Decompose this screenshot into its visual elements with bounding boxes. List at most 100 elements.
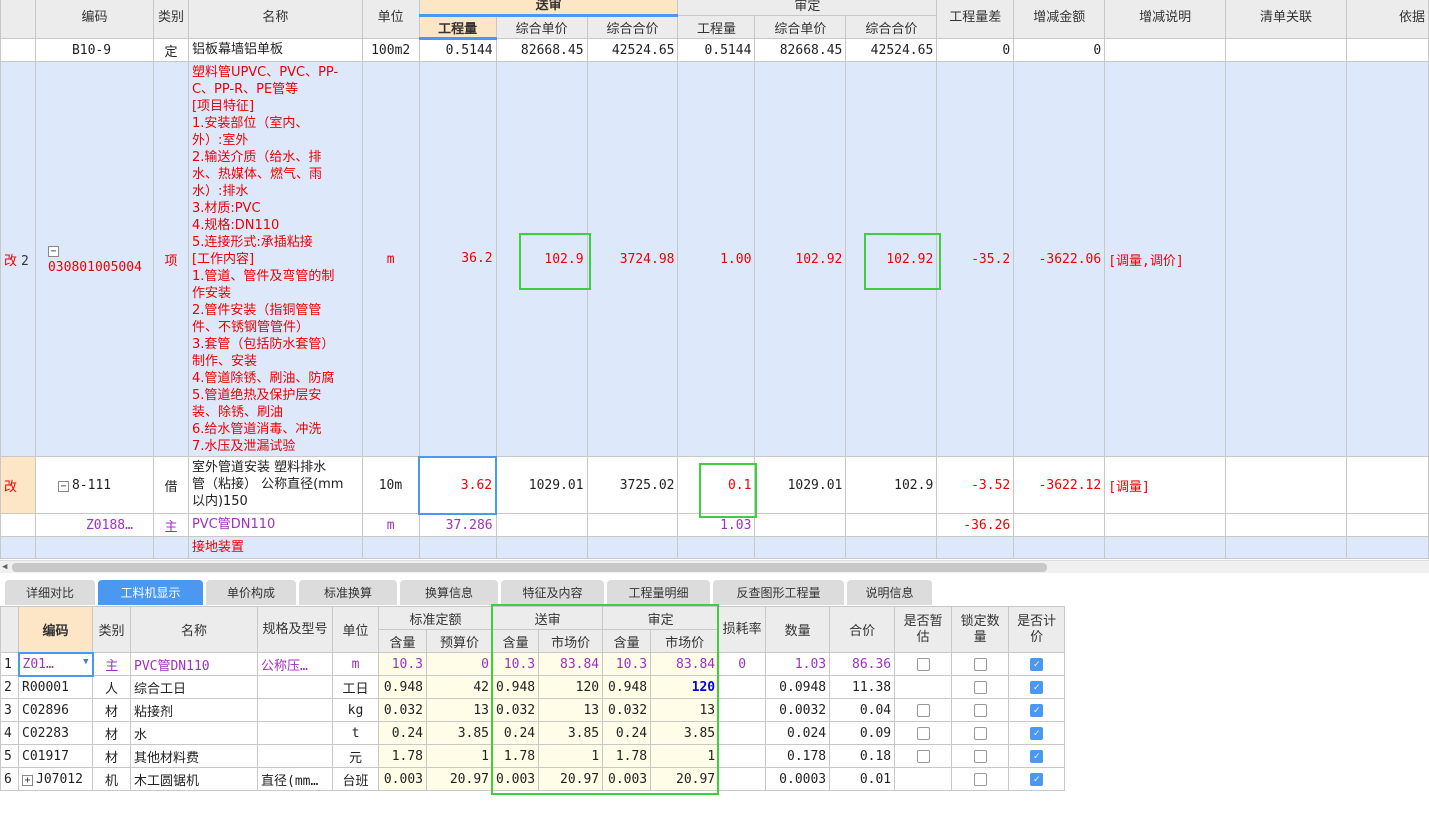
ss-price-cell[interactable] <box>495 536 588 559</box>
name-cell[interactable]: PVC管DN110 <box>187 513 363 537</box>
table-row[interactable]: Z0188… 主 PVC管DN110 m 37.286 1.03 -36.26 <box>0 513 1429 537</box>
header-qty-diff[interactable]: 工程量差 <box>936 0 1015 39</box>
lock-checkbox[interactable] <box>973 657 987 671</box>
header-sd-qty[interactable]: 工程量 <box>677 15 756 39</box>
name-cell[interactable]: 综合工日 <box>130 675 258 699</box>
code-cell[interactable]: R00001 <box>18 675 93 699</box>
sd-c-cell[interactable]: 10.3 <box>602 652 652 676</box>
lock-checkbox[interactable] <box>973 703 987 717</box>
basis-cell[interactable] <box>1345 536 1429 559</box>
priced-checkbox[interactable]: ✓ <box>1030 772 1044 786</box>
sd-p-cell[interactable]: 20.97 <box>650 767 720 791</box>
loss-rate-cell[interactable] <box>718 744 767 768</box>
table-row[interactable]: 改 2 −030801005004 项塑料管UPVC、PVC、PP- C、PP-R、PE… <box>0 61 1429 457</box>
bheader-sd-market-price[interactable]: 市场价 <box>650 629 720 653</box>
loss-rate-cell[interactable] <box>718 675 767 699</box>
spec-cell[interactable] <box>257 721 333 745</box>
bheader-ss-content[interactable]: 含量 <box>491 629 540 653</box>
code-cell[interactable]: C02283 <box>18 721 93 745</box>
name-cell[interactable]: 铝板幕墙铝单板 <box>187 38 363 62</box>
header-code[interactable]: 编码 <box>34 0 154 39</box>
list-link-cell[interactable] <box>1225 61 1347 457</box>
sd-price-cell[interactable] <box>754 536 847 559</box>
lock-checkbox[interactable] <box>973 772 987 786</box>
name-cell[interactable]: PVC管DN110 <box>130 652 258 676</box>
lock-checkbox[interactable] <box>973 726 987 740</box>
sd-p-cell[interactable]: 3.85 <box>650 721 720 745</box>
code-cell[interactable]: C01917 <box>18 744 93 768</box>
code-cell[interactable]: C02896 <box>18 698 93 722</box>
header-ss-unit-price[interactable]: 综合单价 <box>495 15 588 39</box>
ss-total-cell[interactable] <box>586 513 679 537</box>
name-cell[interactable]: 其他材料费 <box>130 744 258 768</box>
horizontal-scrollbar[interactable]: ◀ <box>0 560 1429 573</box>
bheader-lock-qty[interactable]: 锁定数量 <box>951 606 1010 653</box>
basis-cell[interactable] <box>1345 513 1429 537</box>
header-sd-unit-price[interactable]: 综合单价 <box>754 15 847 39</box>
header-unit[interactable]: 单位 <box>361 0 420 39</box>
bheader-unit[interactable]: 单位 <box>332 606 379 653</box>
tab-7[interactable]: 反查图形工程量 <box>713 580 844 605</box>
lmm-row[interactable]: 5 C01917 材其他材料费元 1.78 1 1.78 1 1.78 1 0.178 0.18 ✓ <box>0 744 1066 768</box>
code-cell[interactable]: Z0188… <box>34 513 154 537</box>
header-ss-total[interactable]: 综合合价 <box>586 15 679 39</box>
tab-5[interactable]: 特征及内容 <box>501 580 604 605</box>
header-ss-qty[interactable]: 工程量 <box>418 15 497 40</box>
name-cell[interactable]: 粘接剂 <box>130 698 258 722</box>
lmm-row[interactable]: 6 + J07012 机木工圆锯机 直径(mm… 台班 0.003 20.97 0.003 20.… <box>0 767 1066 791</box>
priced-checkbox[interactable]: ✓ <box>1030 726 1044 740</box>
lmm-row[interactable]: 3 C02896 材粘接剂 kg 0.032 13 0.032 13 0.032 13 0.0032… <box>0 698 1066 722</box>
ss-price-cell[interactable]: 1029.01 <box>495 456 588 514</box>
header-amount-change[interactable]: 增减金额 <box>1013 0 1106 39</box>
ss-total-cell[interactable]: 3724.98 <box>586 61 679 457</box>
sd-c-cell[interactable]: 1.78 <box>602 744 652 768</box>
bheader-provisional[interactable]: 是否暂估 <box>894 606 953 653</box>
code-cell[interactable]: − 030801005004 <box>34 61 154 457</box>
bheader-type[interactable]: 类别 <box>92 606 131 653</box>
ss-total-cell[interactable] <box>586 536 679 559</box>
bheader-std-content[interactable]: 含量 <box>378 629 427 653</box>
basis-cell[interactable] <box>1345 456 1429 514</box>
list-link-cell[interactable] <box>1225 536 1347 559</box>
change-note-cell[interactable] <box>1104 38 1227 62</box>
sd-c-cell[interactable]: 0.032 <box>602 698 652 722</box>
header-type[interactable]: 类别 <box>152 0 189 39</box>
header-change-note[interactable]: 增减说明 <box>1104 0 1227 39</box>
list-link-cell[interactable] <box>1225 38 1347 62</box>
code-cell[interactable]: Z01… ▼ <box>17 651 94 677</box>
tab-4[interactable]: 换算信息 <box>400 580 498 605</box>
bheader-spec[interactable]: 规格及型号 <box>257 606 333 653</box>
spec-cell[interactable] <box>257 744 333 768</box>
spec-cell[interactable]: 直径(mm… <box>257 767 333 791</box>
bheader-sd-content[interactable]: 含量 <box>602 629 652 653</box>
sd-total-cell[interactable] <box>845 513 938 537</box>
sd-price-cell[interactable]: 102.92 <box>754 61 847 457</box>
tab-2[interactable]: 单价构成 <box>206 580 296 605</box>
spec-cell[interactable] <box>257 675 333 699</box>
basis-cell[interactable] <box>1345 61 1429 457</box>
ss-qty-cell[interactable]: 0.5144 <box>418 38 497 62</box>
ss-qty-cell[interactable] <box>418 536 497 559</box>
ss-price-cell[interactable] <box>495 513 588 537</box>
table-row[interactable]: 改 −8-111 借室外管道安装 塑料排水 管（粘接） 公称直径(mm 以内)150 10… <box>0 455 1429 515</box>
priced-checkbox[interactable]: ✓ <box>1030 703 1044 717</box>
lock-checkbox[interactable] <box>973 749 987 763</box>
code-cell[interactable]: B10-9 <box>34 38 154 62</box>
loss-rate-cell[interactable] <box>718 721 767 745</box>
ss-price-cell[interactable]: 102.9 <box>495 61 588 457</box>
name-cell[interactable]: 塑料管UPVC、PVC、PP- C、PP-R、PE管等 [项目特征] 1.安装部位（室… <box>187 61 363 457</box>
header-basis[interactable]: 依据 <box>1345 0 1429 39</box>
sd-total-cell[interactable] <box>845 536 938 559</box>
sd-p-cell[interactable]: 120 <box>650 675 720 699</box>
sd-price-cell[interactable] <box>754 513 847 537</box>
sd-price-cell[interactable]: 82668.45 <box>754 38 847 62</box>
ss-price-cell[interactable]: 82668.45 <box>495 38 588 62</box>
provisional-checkbox[interactable] <box>916 726 930 740</box>
lmm-row[interactable]: 1 Z01… ▼ 主 PVC管DN110 公称压… m 10.3 0 10.3 83.84 10.3 8… <box>0 651 1066 677</box>
provisional-checkbox[interactable] <box>916 657 930 671</box>
priced-checkbox[interactable]: ✓ <box>1030 749 1044 763</box>
code-cell[interactable]: −8-111 <box>34 456 154 514</box>
table-row[interactable]: B10-9 定铝板幕墙铝单板 100m2 0.5144 82668.45 42524.65… <box>0 38 1429 62</box>
change-note-cell[interactable]: [调量] <box>1104 456 1227 514</box>
header-name[interactable]: 名称 <box>187 0 363 39</box>
